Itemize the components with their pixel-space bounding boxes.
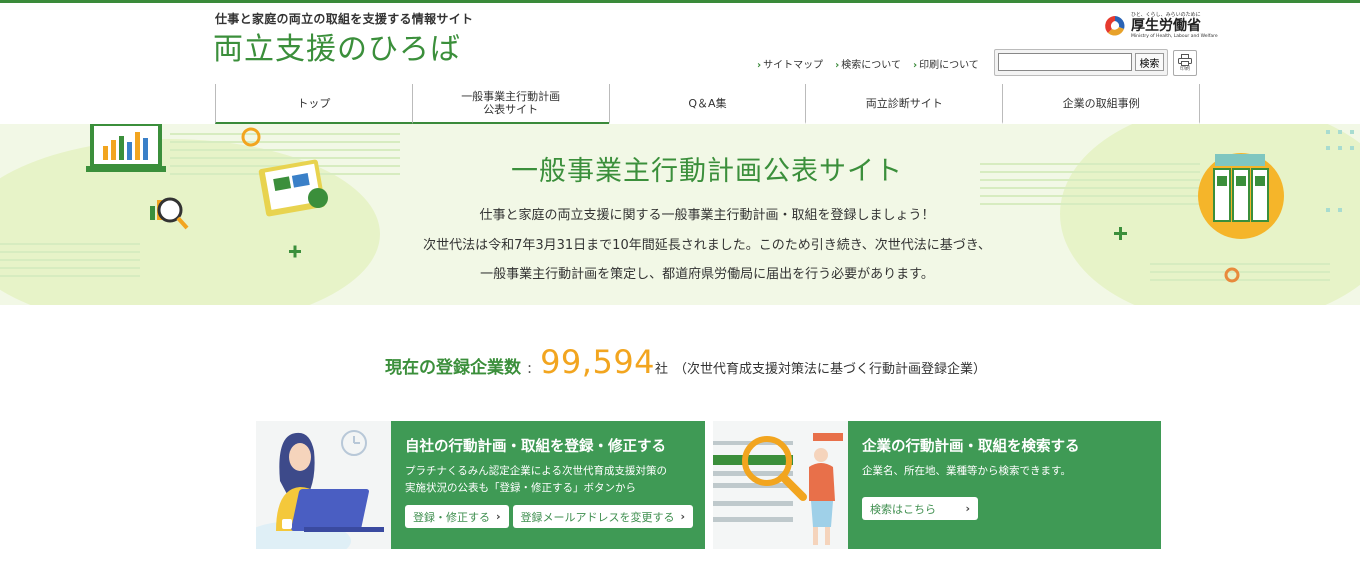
print-help-link[interactable]: 印刷について [913, 56, 979, 71]
nav-case-studies[interactable]: 企業の取組事例 [1002, 84, 1200, 124]
main-nav: トップ 一般事業主行動計画 公表サイト Q＆A集 両立診断サイト 企業の取組事例 [215, 84, 1200, 124]
nav-action-plan-site[interactable]: 一般事業主行動計画 公表サイト [411, 84, 609, 124]
search-here-label: 検索はこちら [870, 502, 936, 516]
top-accent-line [0, 0, 1360, 3]
count-note: （次世代育成支援対策法に基づく行動計画登録企業） [674, 362, 987, 377]
search-here-button[interactable]: 検索はこちら › [862, 497, 978, 520]
register-edit-button[interactable]: 登録・修正する › [405, 505, 509, 528]
hero-description: 仕事と家庭の両立支援に関する一般事業主行動計画・取組を登録しましょう！ 次世代法… [0, 201, 1360, 290]
hero-line-3: 一般事業主行動計画を策定し、都道府県労働局に届出を行う必要があります。 [480, 267, 934, 282]
chevron-right-icon: › [496, 510, 501, 523]
count-unit: 社 [655, 362, 669, 377]
search-button[interactable]: 検索 [1134, 53, 1164, 71]
count-label: 現在の登録企業数 [385, 358, 521, 378]
count-number: 99,594 [540, 343, 656, 381]
count-colon: : [527, 359, 533, 377]
ministry-english-name: Ministry of Health, Labour and Welfare [1131, 34, 1218, 39]
print-label: 印刷 [1179, 66, 1190, 72]
ministry-name: 厚生労働省 [1131, 18, 1201, 34]
search-input[interactable] [998, 53, 1132, 71]
register-edit-label: 登録・修正する [413, 510, 490, 524]
register-illustration [256, 421, 391, 549]
search-card: 企業の行動計画・取組を検索する 企業名、所在地、業種等から検索できます。 検索は… [713, 421, 1161, 549]
ministry-logo[interactable]: ひと、くらし、みらいのために 厚生労働省 Ministry of Health,… [1103, 12, 1218, 40]
registered-count: 現在の登録企業数 : 99,594 社 （次世代育成支援対策法に基づく行動計画登… [385, 343, 986, 381]
hero-line-1: 仕事と家庭の両立支援に関する一般事業主行動計画・取組を登録しましょう！ [479, 208, 935, 223]
nav-top[interactable]: トップ [215, 84, 412, 124]
register-card-text: プラチナくるみん認定企業による次世代育成支援対策の 実施状況の公表も「登録・修正… [405, 465, 667, 494]
nav-faq[interactable]: Q＆A集 [608, 84, 806, 124]
hero-banner: 一般事業主行動計画公表サイト 仕事と家庭の両立支援に関する一般事業主行動計画・取… [0, 124, 1360, 305]
sitemap-link[interactable]: サイトマップ [757, 56, 823, 71]
register-card-body: 自社の行動計画・取組を登録・修正する プラチナくるみん認定企業による次世代育成支… [391, 421, 705, 549]
chevron-right-icon: › [680, 510, 686, 523]
chevron-right-icon: › [965, 502, 970, 515]
register-card: 自社の行動計画・取組を登録・修正する プラチナくるみん認定企業による次世代育成支… [256, 421, 705, 549]
nav-diagnosis-site[interactable]: 両立診断サイト [805, 84, 1002, 124]
register-card-title: 自社の行動計画・取組を登録・修正する [405, 439, 666, 455]
search-card-title: 企業の行動計画・取組を検索する [862, 439, 1080, 455]
site-search: 検索 [994, 49, 1168, 76]
search-card-text: 企業名、所在地、業種等から検索できます。 [862, 465, 1071, 477]
search-help-link[interactable]: 検索について [835, 56, 901, 71]
hero-line-2: 次世代法は令和7年3月31日まで10年間延長されました。このため引き続き、次世代… [423, 237, 991, 253]
printer-icon [1178, 54, 1192, 66]
ministry-emblem-icon [1105, 16, 1125, 36]
hero-title: 一般事業主行動計画公表サイト [511, 156, 903, 187]
change-email-label: 登録メールアドレスを変更する [520, 510, 675, 524]
search-illustration [713, 421, 848, 549]
change-email-button[interactable]: 登録メールアドレスを変更する › [512, 505, 694, 528]
site-logo[interactable]: 両立支援のひろば [213, 24, 461, 68]
print-button[interactable]: 印刷 [1173, 50, 1197, 76]
search-card-body: 企業の行動計画・取組を検索する 企業名、所在地、業種等から検索できます。 検索は… [848, 421, 1161, 549]
utility-links: サイトマップ 検索について 印刷について [757, 56, 979, 71]
